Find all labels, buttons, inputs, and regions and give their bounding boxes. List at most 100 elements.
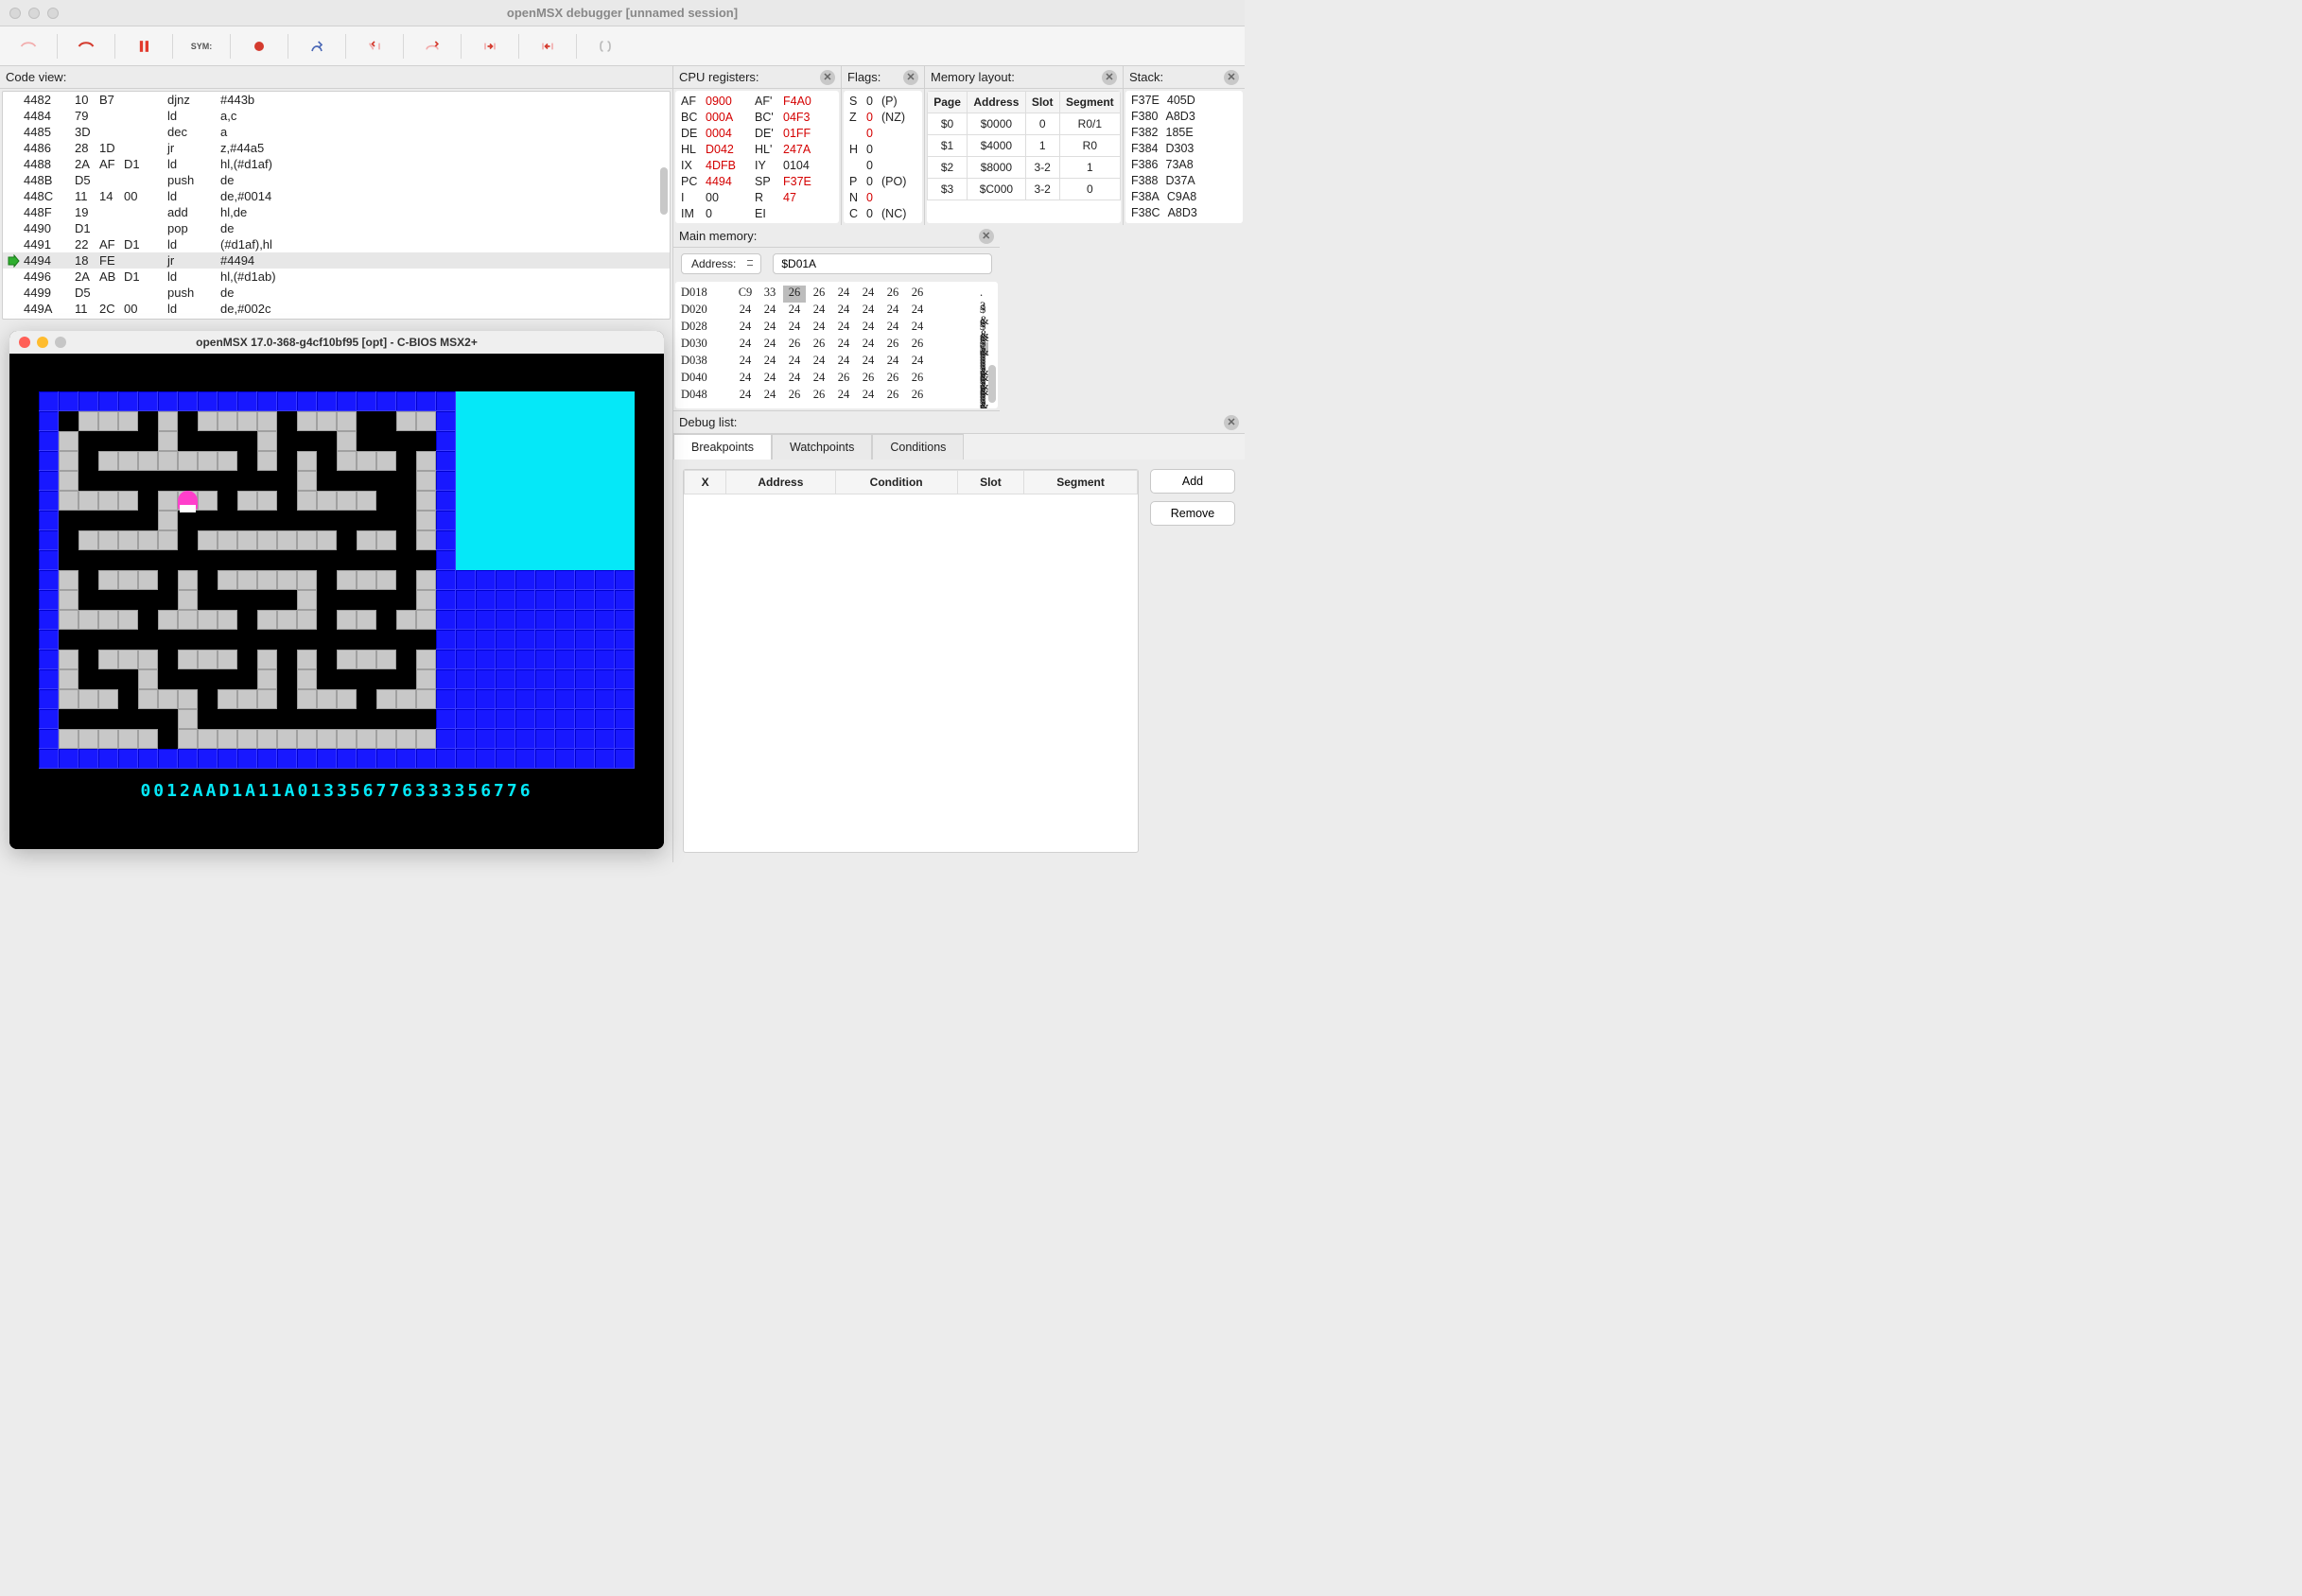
tab-conditions[interactable]: Conditions xyxy=(872,434,964,460)
remove-button[interactable]: Remove xyxy=(1150,501,1235,526)
pause-icon[interactable] xyxy=(123,31,165,61)
address-mode-select[interactable]: Address: xyxy=(681,253,761,274)
maze-cell xyxy=(39,550,59,570)
maze-cell xyxy=(615,550,635,570)
code-row[interactable]: 449122AFD1ld(#d1af),hl xyxy=(3,236,670,252)
emulator-window[interactable]: openMSX 17.0-368-g4cf10bf95 [opt] - C-BI… xyxy=(9,331,664,849)
code-row[interactable]: 448479lda,c xyxy=(3,108,670,124)
step-out-icon[interactable] xyxy=(469,31,511,61)
code-row[interactable]: 448210B7djnz#443b xyxy=(3,92,670,108)
tab-watchpoints[interactable]: Watchpoints xyxy=(772,434,872,460)
memory-hex-view[interactable]: D018C933262624242626. 3 & & $ $ & &D0202… xyxy=(675,282,998,408)
breakpoints-table[interactable]: XAddressConditionSlotSegment xyxy=(683,469,1139,853)
code-view-body[interactable]: 448210B7djnz#443b448479lda,c44853Ddeca44… xyxy=(2,91,671,320)
memory-row[interactable]: D0302424262624242626$ $ & & $ $ & & xyxy=(681,337,992,354)
table-row[interactable]: $1$40001R0 xyxy=(928,135,1121,157)
close-icon[interactable]: ✕ xyxy=(1102,70,1117,85)
connect-icon[interactable] xyxy=(8,31,49,61)
step-into-icon[interactable] xyxy=(354,31,395,61)
maze-cell xyxy=(555,749,575,769)
code-row[interactable]: 449418FEjr#4494 xyxy=(3,252,670,269)
table-row[interactable]: $0$00000R0/1 xyxy=(928,113,1121,135)
column-header[interactable]: Page xyxy=(928,92,968,113)
close-icon[interactable]: ✕ xyxy=(820,70,835,85)
memory-row[interactable]: D0482424262624242626$ $ & & $ $ & & xyxy=(681,388,992,405)
column-header[interactable]: X xyxy=(685,471,726,494)
column-header[interactable]: Address xyxy=(726,471,835,494)
step-back-icon[interactable] xyxy=(527,31,568,61)
maze-cell xyxy=(595,391,615,411)
stack-row[interactable]: F380A8D3 xyxy=(1131,109,1237,125)
close-icon[interactable]: ✕ xyxy=(1224,415,1239,430)
code-row[interactable]: 44853Ddeca xyxy=(3,124,670,140)
maze-cell xyxy=(158,550,178,570)
step-over-icon[interactable] xyxy=(411,31,453,61)
toolbar: SYM: xyxy=(0,26,1245,66)
maze-cell xyxy=(615,451,635,471)
maze-cell xyxy=(357,491,376,511)
maze-cell xyxy=(277,550,297,570)
scrollbar[interactable] xyxy=(988,365,996,403)
memory-layout-body[interactable]: PageAddressSlotSegment$0$00000R0/1$1$400… xyxy=(927,91,1121,223)
braces-icon[interactable] xyxy=(584,31,626,61)
close-icon[interactable]: ✕ xyxy=(979,229,994,244)
column-header[interactable]: Segment xyxy=(1059,92,1120,113)
disconnect-icon[interactable] xyxy=(65,31,107,61)
code-row[interactable]: 449A112C00ldde,#002c xyxy=(3,301,670,317)
code-row[interactable]: 448BD5pushde xyxy=(3,172,670,188)
memory-row[interactable]: D018C933262624242626. 3 & & $ $ & & xyxy=(681,286,992,303)
code-row[interactable]: 4499D5pushde xyxy=(3,285,670,301)
table-row[interactable]: $2$80003-21 xyxy=(928,157,1121,179)
symbols-button[interactable]: SYM: xyxy=(181,31,222,61)
column-header[interactable]: Address xyxy=(968,92,1026,113)
stack-row[interactable]: F38AC9A8 xyxy=(1131,189,1237,205)
memory-row[interactable]: D0202424242424242424$ $ & & $ $ $ $ xyxy=(681,303,992,320)
cpu-registers-body[interactable]: AF0900AF'F4A0BC000ABC'04F3DE0004DE'01FFH… xyxy=(675,91,839,223)
code-row[interactable]: 448F19addhl,de xyxy=(3,204,670,220)
close-icon[interactable]: ✕ xyxy=(903,70,918,85)
table-row[interactable]: $3$C0003-20 xyxy=(928,179,1121,200)
stack-row[interactable]: F38673A8 xyxy=(1131,157,1237,173)
maze-cell xyxy=(595,610,615,630)
maze-cell xyxy=(416,411,436,431)
column-header[interactable]: Slot xyxy=(957,471,1023,494)
stack-row[interactable]: F38CA8D3 xyxy=(1131,205,1237,221)
run-icon[interactable] xyxy=(296,31,338,61)
maze-cell xyxy=(138,590,158,610)
memory-row[interactable]: D0282424242424242424$ $ $ $ $ $ & & xyxy=(681,320,992,337)
stack-row[interactable]: F382185E xyxy=(1131,125,1237,141)
maze-cell xyxy=(59,650,78,669)
maze-cell xyxy=(277,570,297,590)
column-header[interactable]: Slot xyxy=(1025,92,1059,113)
maze-cell xyxy=(98,650,118,669)
memory-row[interactable]: D0402424242426262626$ $ & & & & & & xyxy=(681,371,992,388)
close-icon[interactable]: ✕ xyxy=(1224,70,1239,85)
code-row[interactable]: 4490D1popde xyxy=(3,220,670,236)
code-row[interactable]: 44882AAFD1ldhl,(#d1af) xyxy=(3,156,670,172)
maze-cell xyxy=(615,729,635,749)
maze-cell xyxy=(555,451,575,471)
stack-row[interactable]: F384D303 xyxy=(1131,141,1237,157)
maze-cell xyxy=(515,630,535,650)
emulator-titlebar[interactable]: openMSX 17.0-368-g4cf10bf95 [opt] - C-BI… xyxy=(9,331,664,354)
code-row[interactable]: 4486281Djrz,#44a5 xyxy=(3,140,670,156)
tab-breakpoints[interactable]: Breakpoints xyxy=(673,434,772,460)
column-header[interactable]: Condition xyxy=(835,471,957,494)
record-icon[interactable] xyxy=(238,31,280,61)
stack-row[interactable]: F37E405D xyxy=(1131,93,1237,109)
stack-body[interactable]: F37E405DF380A8D3F382185EF384D303F38673A8… xyxy=(1125,91,1243,223)
address-input[interactable] xyxy=(773,253,991,274)
column-header[interactable]: Segment xyxy=(1024,471,1138,494)
maze-cell xyxy=(357,749,376,769)
code-row[interactable]: 44962AABD1ldhl,(#d1ab) xyxy=(3,269,670,285)
scrollbar[interactable] xyxy=(660,167,668,215)
stack-row[interactable]: F38ECD08 xyxy=(1131,221,1237,223)
maze-cell xyxy=(535,630,555,650)
flags-body[interactable]: S0(P)Z0(NZ)0H00P0(PO)N0C0(NC) xyxy=(844,91,922,223)
memory-row[interactable]: D0382424242424242424$ $ $ $ $ $ $ $ xyxy=(681,354,992,371)
code-row[interactable]: 448C111400ldde,#0014 xyxy=(3,188,670,204)
registers-row: CPU registers: ✕ AF0900AF'F4A0BC000ABC'0… xyxy=(673,66,1245,225)
maze-cell xyxy=(158,431,178,451)
stack-row[interactable]: F388D37A xyxy=(1131,173,1237,189)
add-button[interactable]: Add xyxy=(1150,469,1235,494)
